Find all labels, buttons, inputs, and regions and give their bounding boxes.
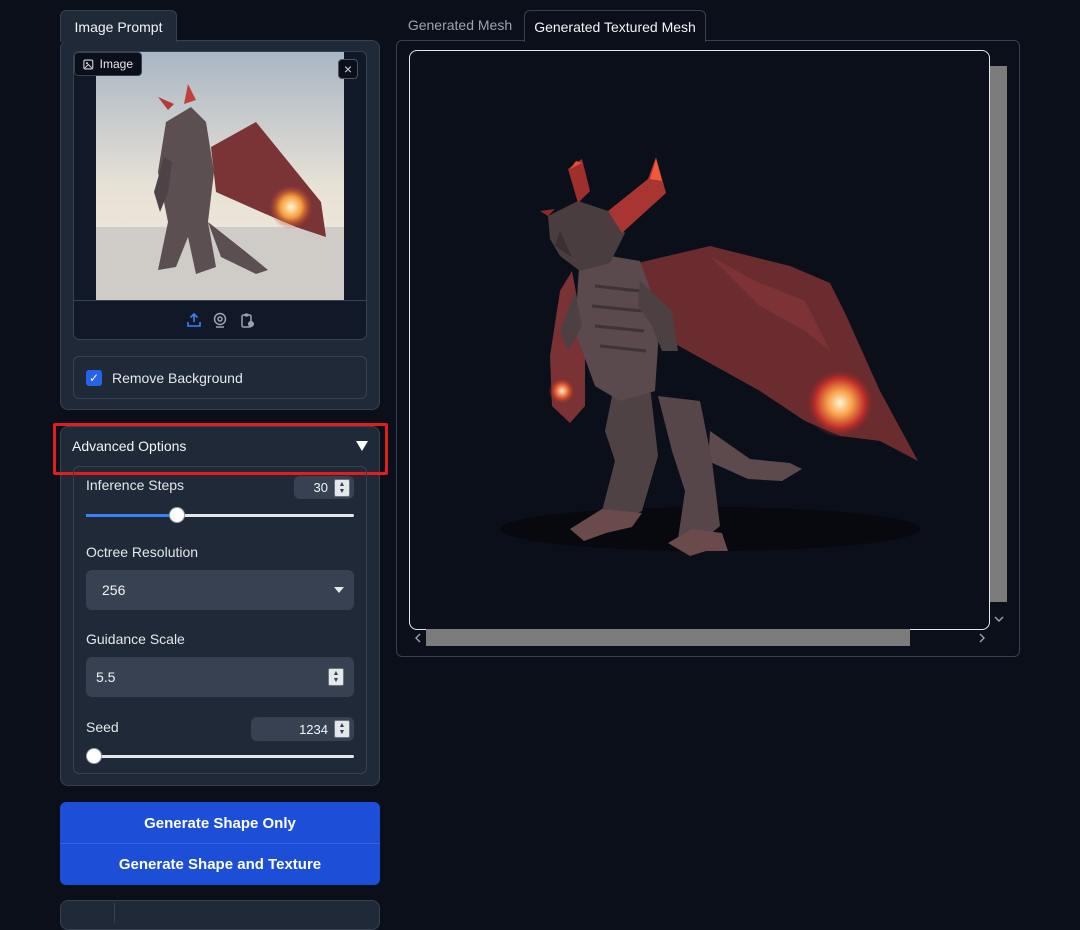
octree-resolution-dropdown[interactable]: 256 <box>86 570 354 610</box>
seed-slider[interactable] <box>86 748 354 766</box>
generate-shape-and-texture-button[interactable]: Generate Shape and Texture <box>60 844 380 885</box>
slider-handle[interactable] <box>86 748 102 764</box>
caret-down-icon <box>334 587 344 593</box>
horizontal-scrollbar[interactable] <box>426 629 910 646</box>
tab-generated-mesh[interactable]: Generated Mesh <box>400 10 520 40</box>
spinner-icon[interactable]: ▲ ▼ <box>328 668 344 686</box>
input-image <box>96 52 344 300</box>
image-label-text: Image <box>99 57 133 71</box>
image-label-badge: Image <box>74 52 142 76</box>
octree-resolution-value: 256 <box>102 582 126 598</box>
tab-generated-mesh-label: Generated Mesh <box>407 17 513 33</box>
guidance-scale-label: Guidance Scale <box>86 631 185 647</box>
remove-background-checkbox[interactable]: ✓ Remove Background <box>73 356 367 399</box>
image-icon <box>83 59 94 69</box>
toolbar-divider <box>74 300 366 301</box>
scroll-left-icon[interactable] <box>409 629 426 646</box>
upload-icon[interactable] <box>185 311 203 329</box>
vertical-scrollbar[interactable] <box>990 66 1007 602</box>
inference-steps-value: 30 <box>313 480 328 495</box>
remove-background-label: Remove Background <box>112 369 243 386</box>
inference-steps-input[interactable]: 30 ▲ ▼ <box>294 476 354 499</box>
octree-resolution-label: Octree Resolution <box>86 544 199 560</box>
checkmark-icon[interactable]: ✓ <box>86 369 102 386</box>
generate-shape-and-texture-label: Generate Shape and Texture <box>118 856 322 873</box>
dragon-model <box>500 157 920 556</box>
seed-value: 1234 <box>299 721 328 737</box>
inference-steps-label: Inference Steps <box>86 477 185 493</box>
close-icon: × <box>343 61 353 77</box>
guidance-scale-input[interactable]: 5.5 ▲ ▼ <box>86 657 354 697</box>
scroll-right-icon[interactable] <box>973 629 990 646</box>
spinner-icon[interactable]: ▲ ▼ <box>334 720 350 738</box>
clipboard-icon[interactable] <box>238 311 256 329</box>
webcam-icon[interactable] <box>211 311 229 329</box>
seed-label: Seed <box>86 719 119 735</box>
clear-image-button[interactable]: × <box>338 59 358 79</box>
tab-image-prompt-label: Image Prompt <box>74 18 163 35</box>
inference-steps-slider[interactable] <box>86 507 354 525</box>
spinner-icon[interactable]: ▲ ▼ <box>334 478 350 497</box>
scroll-down-icon[interactable] <box>990 610 1007 628</box>
guidance-scale-value: 5.5 <box>96 669 116 685</box>
generate-shape-only-label: Generate Shape Only <box>144 814 296 832</box>
tab-image-prompt[interactable]: Image Prompt <box>60 10 177 42</box>
bottom-tab[interactable] <box>62 903 115 923</box>
seed-input[interactable]: 1234 ▲ ▼ <box>251 717 354 741</box>
tab-generated-textured-mesh[interactable]: Generated Textured Mesh <box>524 10 706 42</box>
generate-shape-only-button[interactable]: Generate Shape Only <box>60 802 380 844</box>
tab-generated-textured-mesh-label: Generated Textured Mesh <box>534 18 696 35</box>
slider-handle[interactable] <box>169 507 185 523</box>
mesh-viewer[interactable] <box>409 50 990 630</box>
image-upload-box[interactable]: Image × <box>73 51 367 340</box>
